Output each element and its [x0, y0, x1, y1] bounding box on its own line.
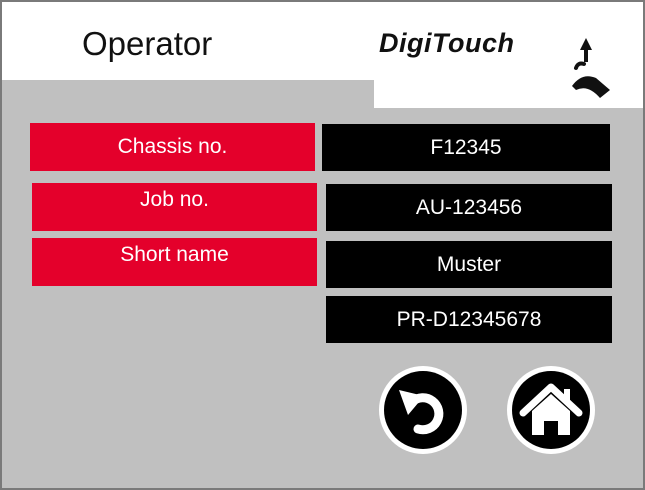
logo: DigiTouch — [374, 2, 643, 108]
logo-text: DigiTouch — [379, 28, 515, 58]
job-no-value: AU-123456 — [326, 184, 612, 231]
pr-number-value: PR-D12345678 — [326, 296, 612, 343]
home-button[interactable] — [506, 365, 596, 455]
home-icon — [507, 366, 595, 454]
chassis-no-value: F12345 — [322, 124, 610, 171]
job-no-label: Job no. — [32, 183, 317, 231]
touch-hand-icon — [572, 38, 610, 98]
page-title: Operator — [82, 25, 213, 62]
back-button[interactable] — [378, 365, 468, 455]
undo-arrow-icon — [379, 366, 467, 454]
chassis-no-label: Chassis no. — [30, 123, 315, 171]
short-name-value: Muster — [326, 241, 612, 288]
short-name-label: Short name — [32, 238, 317, 286]
screen-frame: Operator DigiTouch Chassis no. F12345 Jo… — [0, 0, 645, 490]
